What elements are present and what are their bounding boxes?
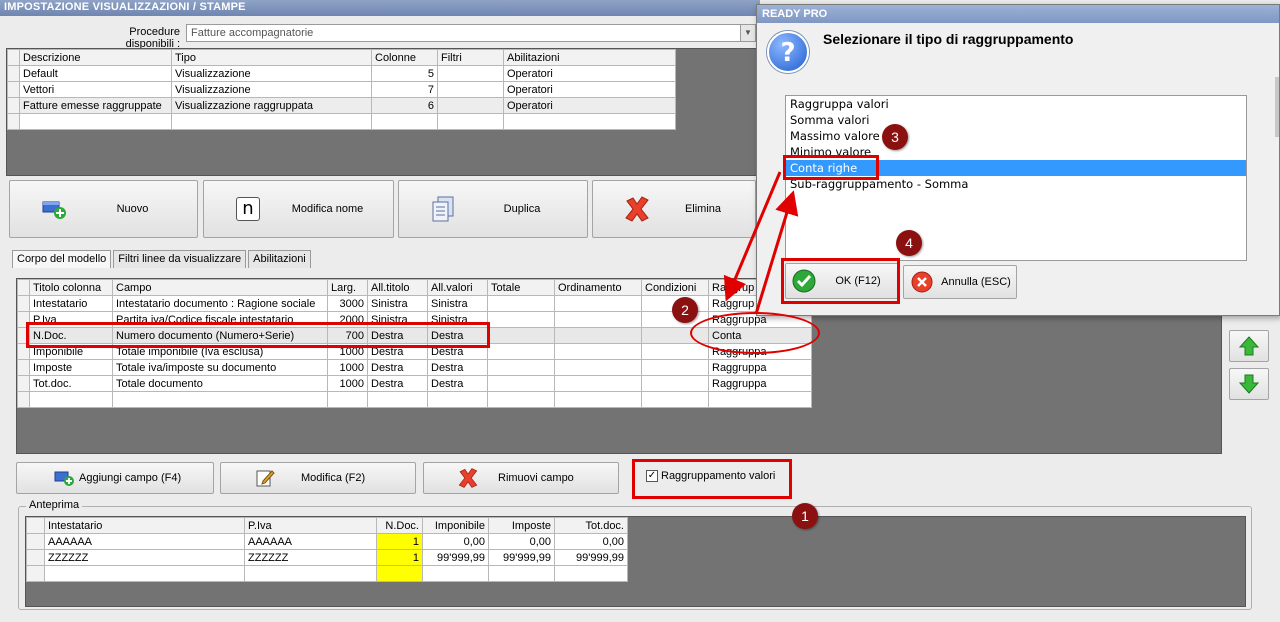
- procedures-selected: Fatture accompagnatorie: [191, 27, 314, 39]
- table-row[interactable]: Default Visualizzazione 5 Operatori: [7, 65, 676, 82]
- preview-col-totdoc[interactable]: Tot.doc.: [554, 517, 628, 534]
- duplicate-button[interactable]: Duplica: [398, 180, 588, 238]
- col-header-tipo[interactable]: Tipo: [171, 49, 372, 66]
- chevron-down-icon[interactable]: ▼: [740, 25, 755, 41]
- rename-button[interactable]: n Modifica nome: [203, 180, 394, 238]
- delete-button-label: Elimina: [684, 203, 722, 215]
- arrow-up-icon: [1238, 336, 1260, 356]
- table-row[interactable]: ZZZZZZ ZZZZZZ 1 99'999,99 99'999,99 99'999,…: [26, 549, 628, 566]
- add-field-button[interactable]: Aggiungi campo (F4): [16, 462, 214, 494]
- tab-abilitazioni[interactable]: Abilitazioni: [248, 250, 311, 268]
- delete-button[interactable]: Elimina: [592, 180, 756, 238]
- col-header-allvalori[interactable]: All.valori: [427, 279, 488, 296]
- rename-icon: n: [234, 195, 262, 223]
- red-x-icon: [454, 464, 482, 492]
- col-header-ordinamento[interactable]: Ordinamento: [554, 279, 642, 296]
- duplicate-icon: [429, 195, 457, 223]
- add-field-label: Aggiungi campo (F4): [79, 472, 182, 484]
- highlight-group-checkbox: [632, 459, 792, 499]
- col-header-colonne[interactable]: Colonne: [371, 49, 438, 66]
- move-up-button[interactable]: [1229, 330, 1269, 362]
- window-title: IMPOSTAZIONE VISUALIZZAZIONI / STAMPE: [0, 0, 760, 16]
- red-x-icon: [623, 195, 651, 223]
- row-indicator: [7, 49, 20, 66]
- step-marker: 4: [896, 230, 922, 256]
- list-item[interactable]: Raggruppa valori: [786, 96, 1246, 112]
- tab-filtri-linee[interactable]: Filtri linee da visualizzare: [113, 250, 247, 268]
- tab-corpo-modello[interactable]: Corpo del modello: [12, 250, 112, 268]
- preview-col-intestatario[interactable]: Intestatario: [44, 517, 245, 534]
- col-header-larg[interactable]: Larg.: [327, 279, 368, 296]
- procedures-select[interactable]: Fatture accompagnatorie ▼: [186, 24, 756, 42]
- highlight-ok-button: [781, 258, 900, 304]
- col-header-filtri[interactable]: Filtri: [437, 49, 504, 66]
- remove-field-label: Rimuovi campo: [498, 472, 574, 484]
- highlight-conta-righe: [783, 155, 879, 180]
- preview-col-piva[interactable]: P.Iva: [244, 517, 377, 534]
- list-item[interactable]: Somma valori: [786, 112, 1246, 128]
- table-row[interactable]: [17, 391, 812, 408]
- col-header-alltitolo[interactable]: All.titolo: [367, 279, 428, 296]
- step-marker: 2: [672, 297, 698, 323]
- arrow-down-icon: [1238, 374, 1260, 394]
- preview-table: Intestatario P.Iva N.Doc. Imponibile Imp…: [26, 517, 628, 582]
- table-row[interactable]: Fatture emesse raggruppate Visualizzazio…: [7, 97, 676, 114]
- col-header-campo[interactable]: Campo: [112, 279, 328, 296]
- step-marker: 3: [882, 124, 908, 150]
- col-header-totale[interactable]: Totale: [487, 279, 555, 296]
- preview-col-imposte[interactable]: Imposte: [488, 517, 555, 534]
- edit-icon: [251, 464, 279, 492]
- move-down-button[interactable]: [1229, 368, 1269, 400]
- table-row[interactable]: [7, 113, 676, 130]
- add-grid-icon: [40, 195, 68, 223]
- step-marker: 1: [792, 503, 818, 529]
- preview-col-ndoc[interactable]: N.Doc.: [376, 517, 423, 534]
- col-header-titolo[interactable]: Titolo colonna: [29, 279, 113, 296]
- new-button-label: Nuovo: [116, 203, 149, 215]
- table-row[interactable]: AAAAAA AAAAAA 1 0,00 0,00 0,00: [26, 533, 628, 550]
- cancel-button[interactable]: Annulla (ESC): [903, 265, 1017, 299]
- dialog-title: READY PRO: [757, 5, 1279, 23]
- add-column-icon: [51, 464, 79, 492]
- edit-field-button[interactable]: Modifica (F2): [220, 462, 416, 494]
- question-icon: ?: [767, 31, 809, 73]
- cancel-button-label: Annulla (ESC): [941, 276, 1011, 288]
- procedures-label: Procedure disponibili :: [125, 26, 180, 50]
- new-button[interactable]: Nuovo: [9, 180, 198, 238]
- table-row[interactable]: Imposte Totale iva/imposte su documento 10…: [17, 359, 812, 376]
- col-header-descrizione[interactable]: Descrizione: [19, 49, 172, 66]
- preview-label: Anteprima: [26, 499, 83, 511]
- col-header-abilitazioni[interactable]: Abilitazioni: [503, 49, 676, 66]
- remove-field-button[interactable]: Rimuovi campo: [423, 462, 619, 494]
- rename-button-label: Modifica nome: [291, 203, 364, 215]
- table-row[interactable]: [26, 565, 628, 582]
- tab-strip: Corpo del modello Filtri linee da visual…: [12, 250, 313, 268]
- dialog-scroll-stub: [1275, 77, 1279, 137]
- highlight-ndoc-row: [26, 322, 490, 348]
- table-row[interactable]: Vettori Visualizzazione 7 Operatori: [7, 81, 676, 98]
- cancel-icon: [908, 268, 936, 296]
- highlight-conta-cell: [690, 312, 820, 354]
- list-item[interactable]: Massimo valore: [786, 128, 1246, 144]
- col-header-condizioni[interactable]: Condizioni: [641, 279, 709, 296]
- table-row[interactable]: Tot.doc. Totale documento 1000 Destra Destr…: [17, 375, 812, 392]
- edit-field-label: Modifica (F2): [301, 472, 366, 484]
- models-table: Descrizione Tipo Colonne Filtri Abilitaz…: [7, 49, 676, 130]
- dialog-question: Selezionare il tipo di raggruppamento: [823, 31, 1074, 47]
- preview-col-imponibile[interactable]: Imponibile: [422, 517, 489, 534]
- duplicate-button-label: Duplica: [503, 203, 541, 215]
